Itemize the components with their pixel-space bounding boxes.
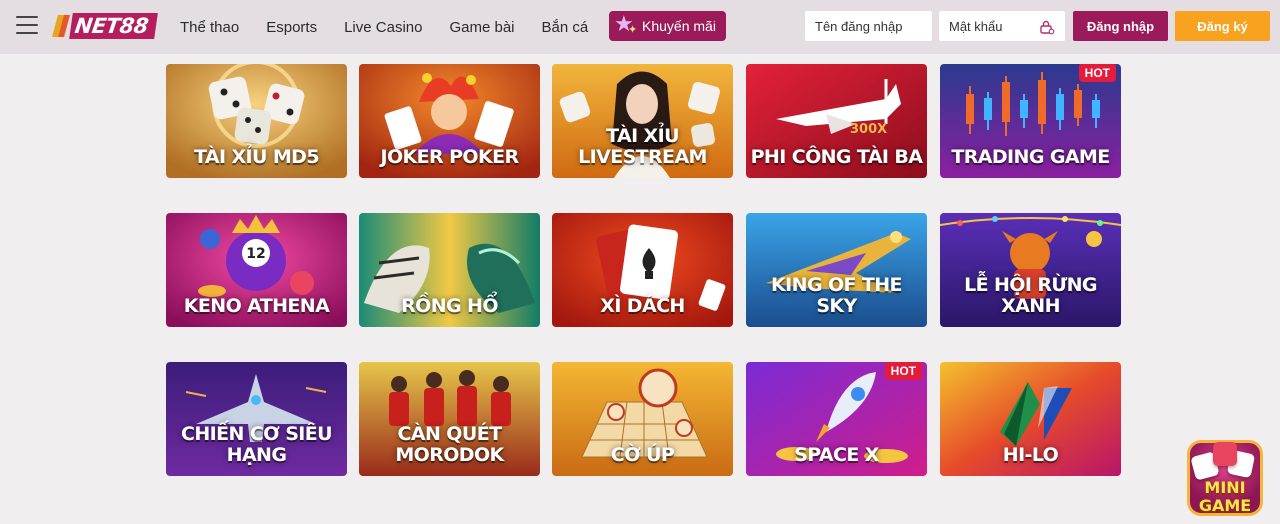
game-title: KING OF THE SKY (771, 274, 902, 317)
game-tile-chien-co-sieu-hang[interactable]: CHIẾN CƠ SIÊU HẠNG (166, 362, 347, 476)
mini-game-label-line2: GAME (1198, 496, 1252, 515)
logo-text: NET88 (69, 13, 158, 39)
game-tile-can-quet-morodok[interactable]: CÀN QUÉT MORODOK (359, 362, 540, 476)
menu-icon[interactable] (16, 16, 38, 34)
game-title: LỄ HỘI RỪNG XANH (964, 274, 1097, 317)
dice-icon (1213, 442, 1237, 466)
game-tile-trading-game[interactable]: HOT TRADING GAME (940, 64, 1121, 178)
game-tile-co-up[interactable]: CỜ ÚP (552, 362, 733, 476)
game-title: XÌ DÁCH (600, 295, 685, 317)
game-title: CÀN QUÉT MORODOK (395, 423, 504, 466)
game-title: PHI CÔNG TÀI BA (750, 146, 923, 168)
game-tile-space-x[interactable]: HOT SPACE X (746, 362, 927, 476)
game-title: CHIẾN CƠ SIÊU HẠNG (181, 423, 333, 466)
nav-item-esports[interactable]: Esports (266, 19, 317, 36)
main-nav: Thể thao Esports Live Casino Game bài Bắ… (180, 0, 615, 54)
username-input[interactable] (805, 11, 932, 41)
game-tile-hi-lo[interactable]: HI-LO (940, 362, 1121, 476)
game-title: RỒNG HỔ (401, 295, 498, 317)
lock-reset-icon[interactable] (1039, 19, 1055, 35)
game-title: CỜ ÚP (610, 444, 675, 466)
game-title: TRADING GAME (951, 146, 1110, 168)
game-title: TÀI XỈU LIVESTREAM (578, 125, 707, 168)
game-tile-tai-xiu-md5[interactable]: TÀI XỈU MD5 (166, 64, 347, 178)
game-tile-xi-dach[interactable]: XÌ DÁCH (552, 213, 733, 327)
game-tile-phi-cong-tai-ba[interactable]: 300X PHI CÔNG TÀI BA (746, 64, 927, 178)
game-tile-joker-poker[interactable]: JOKER POKER (359, 64, 540, 178)
register-button[interactable]: Đăng ký (1175, 11, 1270, 41)
top-navigation-bar: NET88 Thể thao Esports Live Casino Game … (0, 0, 1280, 54)
hot-badge: HOT (884, 362, 922, 380)
game-title: JOKER POKER (380, 146, 520, 168)
game-tile-king-of-the-sky[interactable]: KING OF THE SKY (746, 213, 927, 327)
logo-mark-icon (53, 13, 69, 39)
mini-game-launcher[interactable]: MINI GAME (1185, 438, 1265, 524)
nav-item-ban-ca[interactable]: Bắn cá (542, 19, 589, 36)
nav-item-the-thao[interactable]: Thể thao (180, 19, 239, 36)
nav-item-game-bai[interactable]: Game bài (449, 19, 514, 36)
multiplier-label: 300X (850, 122, 887, 137)
game-title: SPACE X (794, 444, 879, 466)
promotions-button[interactable]: Khuyến mãi (609, 11, 726, 41)
game-title: KENO ATHENA (183, 295, 330, 317)
nav-item-live-casino[interactable]: Live Casino (344, 19, 422, 36)
gift-stars-icon (612, 11, 638, 39)
game-title: TÀI XỈU MD5 (194, 146, 320, 168)
login-button[interactable]: Đăng nhập (1073, 11, 1168, 41)
mini-game-label-line1: MINI (1204, 478, 1246, 497)
game-tile-rong-ho[interactable]: RỒNG HỔ (359, 213, 540, 327)
hot-badge: HOT (1078, 64, 1116, 82)
game-title: HI-LO (1002, 444, 1059, 466)
game-tile-keno-athena[interactable]: 12 KENO ATHENA (166, 213, 347, 327)
game-tile-tai-xiu-livestream[interactable]: TÀI XỈU LIVESTREAM (552, 64, 733, 178)
svg-text:12: 12 (246, 246, 265, 262)
game-tile-le-hoi-rung-xanh[interactable]: LỄ HỘI RỪNG XANH (940, 213, 1121, 327)
net88-logo[interactable]: NET88 (53, 12, 158, 40)
promotions-label: Khuyến mãi (642, 18, 716, 34)
